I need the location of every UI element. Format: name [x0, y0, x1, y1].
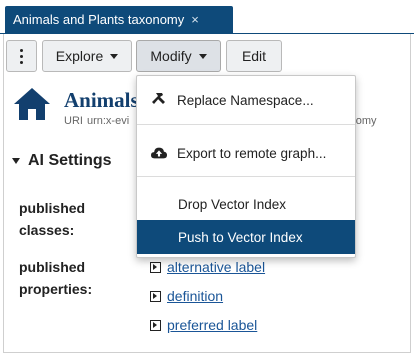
property-item: preferred label: [150, 317, 257, 333]
more-options-button[interactable]: [6, 40, 37, 72]
property-item: definition: [150, 288, 223, 304]
menu-item-export-remote[interactable]: Export to remote graph...: [137, 136, 355, 170]
property-icon: [150, 290, 161, 302]
modify-button[interactable]: Modify: [136, 40, 221, 72]
edit-button[interactable]: Edit: [226, 40, 282, 72]
tab-title: Animals and Plants taxonomy: [13, 12, 185, 27]
close-icon[interactable]: ×: [191, 12, 199, 27]
published-properties-label: published properties:: [19, 256, 92, 300]
menu-item-replace-namespace[interactable]: Replace Namespace...: [137, 83, 355, 117]
property-icon: [150, 261, 161, 273]
uri-value: urn:x-evi: [86, 115, 130, 127]
uri-label: URI: [64, 115, 83, 127]
explore-label: Explore: [55, 48, 104, 64]
kebab-dot: [20, 54, 23, 58]
menu-item-drop-vector-index[interactable]: Drop Vector Index: [137, 187, 355, 221]
modify-label: Modify: [150, 48, 192, 64]
cloud-upload-icon: [151, 145, 167, 161]
property-icon: [150, 319, 161, 331]
label-line: published: [19, 200, 86, 216]
edit-label: Edit: [241, 48, 267, 64]
explore-button[interactable]: Explore: [42, 40, 132, 72]
property-item: alternative label: [150, 259, 265, 275]
label-line: published: [19, 259, 86, 275]
caret-down-icon: [110, 54, 119, 59]
resource-uri: URI urn:x-evi: [64, 115, 129, 127]
menu-item-label: Push to Vector Index: [178, 229, 303, 245]
section-title: AI Settings: [28, 152, 112, 169]
property-link[interactable]: definition: [167, 288, 223, 304]
caret-down-icon: [198, 54, 207, 59]
kebab-dot: [20, 60, 23, 64]
published-classes-label: published classes:: [19, 197, 85, 241]
menu-item-label: Export to remote graph...: [177, 145, 327, 161]
menu-item-push-vector-index[interactable]: Push to Vector Index: [137, 220, 355, 254]
home-icon: [14, 88, 50, 120]
modify-dropdown-menu: Replace Namespace... Export to remote gr…: [136, 75, 356, 258]
tab-taxonomy[interactable]: Animals and Plants taxonomy ×: [5, 6, 233, 33]
triangle-down-icon: [12, 158, 20, 164]
hammer-icon: [151, 92, 167, 108]
kebab-dot: [20, 48, 23, 52]
menu-item-label: Drop Vector Index: [178, 196, 287, 212]
resource-title: Animals: [64, 88, 139, 112]
menu-item-label: Replace Namespace...: [177, 92, 314, 108]
menu-divider: [137, 176, 355, 177]
property-link[interactable]: alternative label: [167, 259, 265, 275]
label-line: properties:: [19, 281, 93, 297]
menu-divider: [137, 124, 355, 125]
label-line: classes:: [19, 222, 75, 238]
ai-settings-toggle[interactable]: AI Settings: [12, 152, 112, 170]
property-link[interactable]: preferred label: [167, 317, 257, 333]
tab-strip: Animals and Plants taxonomy ×: [0, 0, 414, 36]
